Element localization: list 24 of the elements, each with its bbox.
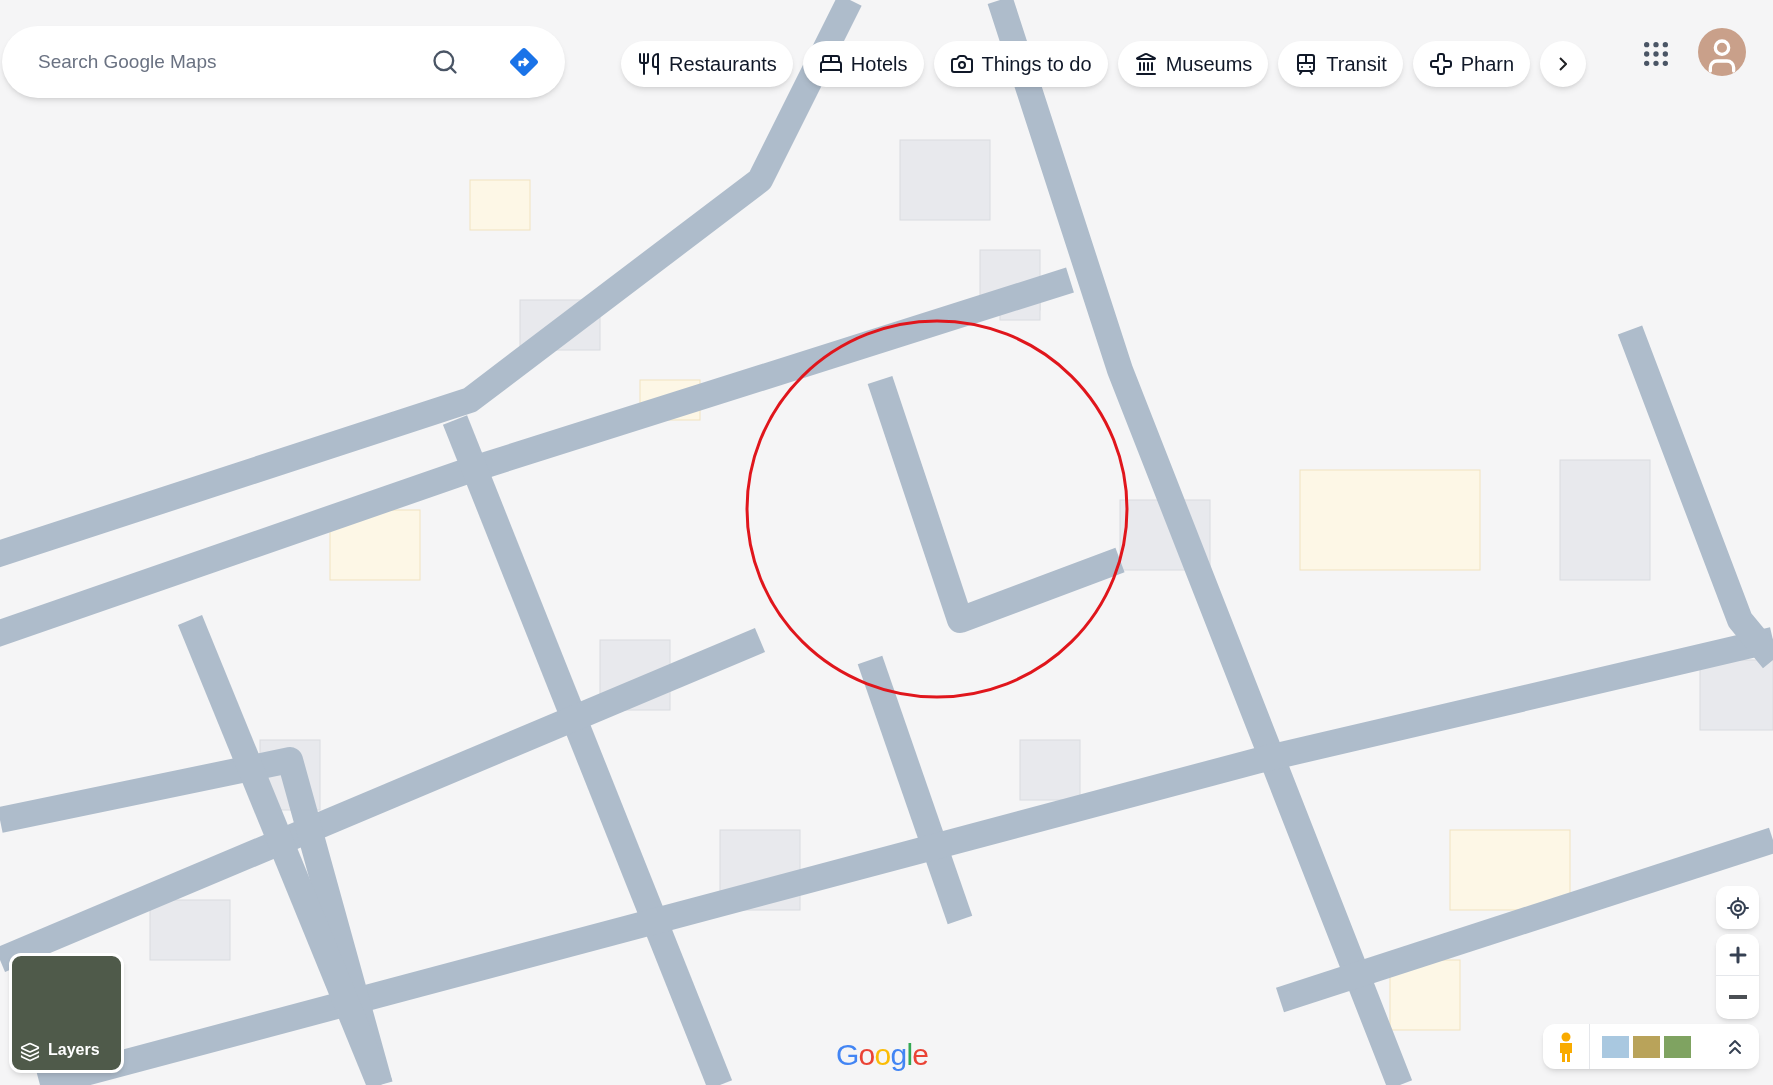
location-target-icon: [1725, 895, 1750, 920]
chevron-right-icon: [1559, 57, 1568, 71]
layers-button[interactable]: Layers: [9, 953, 124, 1073]
category-chip[interactable]: Restaurants: [621, 41, 793, 87]
category-chip[interactable]: Pharn: [1412, 41, 1531, 87]
category-chip[interactable]: Hotels: [802, 41, 924, 87]
imagery-thumbnail[interactable]: [1602, 1035, 1629, 1058]
google-logo: Google: [836, 1037, 929, 1073]
search-field[interactable]: Search Google Maps: [38, 47, 415, 77]
category-chip[interactable]: Museums: [1117, 41, 1269, 87]
category-chip[interactable]: Transit: [1278, 41, 1403, 87]
search-icon[interactable]: [431, 48, 459, 76]
imagery-thumbnail[interactable]: [1633, 1035, 1660, 1058]
bed-icon: [818, 52, 843, 76]
category-chip[interactable]: Things to do: [933, 41, 1108, 87]
camera-icon: [949, 52, 974, 76]
building-icon: [1133, 52, 1158, 76]
minus-icon: [1728, 995, 1747, 999]
cross-icon: [1428, 52, 1453, 76]
fork-knife-icon: [637, 52, 661, 76]
imagery-thumbnail[interactable]: [1664, 1035, 1691, 1058]
my-location-button[interactable]: [1716, 886, 1759, 929]
layers-icon: [20, 1042, 40, 1062]
search-bar[interactable]: Search Google Maps: [2, 26, 565, 98]
